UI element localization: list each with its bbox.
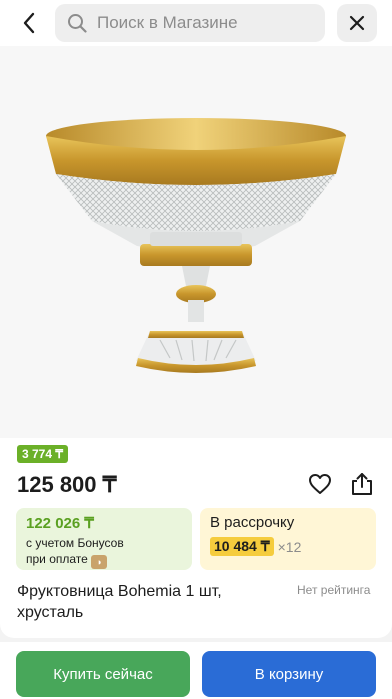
installment-title: В рассрочку: [210, 514, 295, 531]
search-icon: [68, 14, 87, 33]
bonus-coin-icon: ◑: [90, 555, 107, 569]
heart-icon: [309, 474, 331, 494]
installment-row: 10 484 ₸ ×12: [210, 537, 366, 556]
share-button[interactable]: [349, 471, 375, 497]
bonus-badge: 3 774 ₸: [17, 445, 68, 463]
bonus-price: 122 026 ₸: [26, 515, 94, 532]
installment-multiplier: ×12: [277, 538, 302, 555]
back-button[interactable]: [14, 8, 44, 38]
bonus-description: с учетом Бонусов при оплате ◑: [26, 535, 182, 569]
bonus-line-1: с учетом Бонусов: [26, 536, 124, 550]
share-icon: [352, 473, 372, 495]
rating-status[interactable]: Нет рейтинга: [297, 583, 370, 597]
close-button[interactable]: [337, 4, 377, 42]
installment-box[interactable]: В рассрочку 10 484 ₸ ×12: [200, 508, 376, 570]
add-to-cart-button[interactable]: В корзину: [202, 651, 376, 697]
close-icon: [349, 15, 365, 31]
search-input[interactable]: [97, 13, 317, 33]
favorite-button[interactable]: [307, 471, 333, 497]
product-info-card: 3 774 ₸ 125 800 ₸ 122 026 ₸ с учетом Бон…: [0, 438, 392, 638]
bottom-action-bar: Купить сейчас В корзину: [0, 642, 392, 699]
search-box[interactable]: [55, 4, 325, 42]
installment-amount: 10 484 ₸: [210, 537, 274, 556]
buy-now-button[interactable]: Купить сейчас: [16, 651, 190, 697]
bonus-price-box[interactable]: 122 026 ₸ с учетом Бонусов при оплате ◑: [16, 508, 192, 570]
product-price: 125 800 ₸: [17, 472, 117, 497]
chevron-left-icon: [23, 12, 35, 34]
bonus-line-2: при оплате: [26, 552, 88, 566]
top-bar: [0, 0, 392, 46]
fruit-bowl-image: [46, 118, 346, 373]
product-image[interactable]: [0, 46, 392, 438]
product-title: Фруктовница Bohemia 1 шт, хрусталь: [17, 583, 222, 621]
